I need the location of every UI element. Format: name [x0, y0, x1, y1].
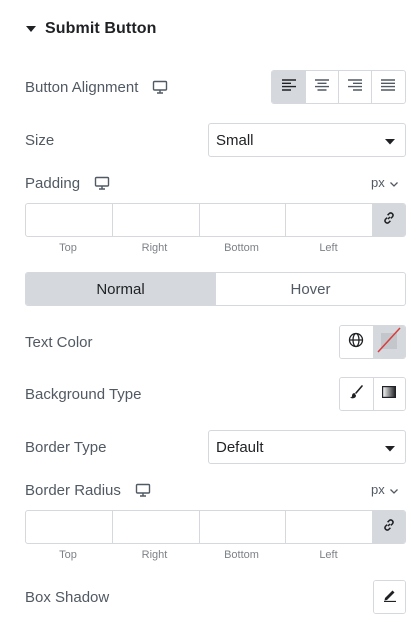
text-color-label-row: Text Color	[25, 332, 93, 352]
globe-icon	[348, 332, 364, 353]
background-type-control	[339, 377, 406, 411]
border-radius-top-input[interactable]	[26, 511, 112, 543]
padding-top-input[interactable]	[26, 204, 112, 236]
align-justify-icon	[381, 78, 395, 96]
background-type-label: Background Type	[25, 385, 142, 403]
box-shadow-edit-seg[interactable]	[374, 581, 405, 613]
chevron-down-icon	[389, 175, 398, 190]
border-type-select[interactable]: Default	[208, 430, 406, 464]
box-shadow-edit-button[interactable]	[373, 580, 406, 614]
state-tabs: Normal Hover	[25, 272, 406, 306]
border-radius-top-label: Top	[59, 549, 77, 561]
padding-unit-select[interactable]: px	[371, 175, 398, 190]
button-alignment-control	[271, 70, 406, 104]
border-radius-right-label: Right	[141, 549, 168, 561]
button-alignment-label: Button Alignment	[25, 78, 139, 96]
border-radius-unit-select[interactable]: px	[371, 482, 398, 497]
padding-right-input[interactable]	[111, 204, 199, 236]
caret-down-icon	[25, 23, 37, 35]
background-type-label-row: Background Type	[25, 384, 141, 404]
section-header[interactable]: Submit Button	[25, 18, 157, 40]
align-center-button[interactable]	[305, 71, 338, 103]
background-gradient-button[interactable]	[372, 378, 405, 410]
align-right-button[interactable]	[338, 71, 371, 103]
border-radius-left-input[interactable]	[285, 511, 372, 543]
empty-swatch-icon	[377, 326, 401, 358]
gradient-icon	[382, 385, 397, 403]
brush-icon	[349, 384, 364, 404]
box-shadow-label: Box Shadow	[25, 588, 110, 606]
border-radius-right-input[interactable]	[111, 511, 199, 543]
text-color-swatch[interactable]	[372, 326, 405, 358]
align-left-button[interactable]	[272, 71, 305, 103]
border-type-select-value: Default	[216, 438, 264, 456]
padding-top-label: Top	[59, 242, 77, 254]
size-select-value: Small	[216, 131, 254, 149]
tab-normal[interactable]: Normal	[26, 273, 215, 305]
padding-link-button[interactable]	[372, 204, 405, 236]
box-shadow-label-row: Box Shadow	[25, 587, 109, 607]
size-select[interactable]: Small	[208, 123, 406, 157]
border-radius-left-label: Left	[319, 549, 338, 561]
pencil-icon	[383, 588, 397, 607]
link-icon	[382, 211, 396, 230]
chevron-down-icon	[385, 439, 395, 456]
border-radius-dimensions	[25, 510, 406, 544]
desktop-icon[interactable]	[94, 176, 110, 190]
global-colors-button[interactable]	[340, 326, 373, 358]
background-classic-button[interactable]	[340, 378, 373, 410]
border-type-label: Border Type	[25, 438, 107, 456]
chevron-down-icon	[385, 132, 395, 149]
align-center-icon	[315, 78, 329, 96]
border-radius-unit-value: px	[371, 482, 385, 497]
padding-bottom-label: Bottom	[224, 242, 259, 254]
align-right-icon	[348, 78, 362, 96]
border-radius-link-button[interactable]	[372, 511, 405, 543]
size-label: Size	[25, 131, 55, 149]
padding-label: Padding	[25, 174, 81, 192]
section-title: Submit Button	[45, 20, 157, 37]
desktop-icon[interactable]	[152, 80, 168, 94]
padding-right-label: Right	[141, 242, 168, 254]
border-radius-bottom-input[interactable]	[198, 511, 286, 543]
button-alignment-label-row: Button Alignment	[25, 77, 168, 97]
chevron-down-icon	[389, 482, 398, 497]
padding-dimensions	[25, 203, 406, 237]
padding-label-row: Padding	[25, 173, 110, 193]
border-radius-label-row: Border Radius	[25, 480, 151, 500]
text-color-control	[339, 325, 406, 359]
padding-left-label: Left	[319, 242, 338, 254]
border-radius-side-labels: Top Right Bottom Left	[25, 549, 372, 561]
link-icon	[382, 518, 396, 537]
border-radius-label: Border Radius	[25, 481, 121, 499]
padding-bottom-input[interactable]	[198, 204, 286, 236]
size-label-row: Size	[25, 130, 54, 150]
padding-unit-value: px	[371, 175, 385, 190]
padding-side-labels: Top Right Bottom Left	[25, 242, 372, 254]
border-type-label-row: Border Type	[25, 437, 106, 457]
align-left-icon	[281, 78, 296, 96]
border-radius-bottom-label: Bottom	[224, 549, 259, 561]
align-justify-button[interactable]	[371, 71, 404, 103]
text-color-label: Text Color	[25, 333, 93, 351]
tab-hover[interactable]: Hover	[215, 273, 405, 305]
padding-left-input[interactable]	[285, 204, 372, 236]
desktop-icon[interactable]	[135, 483, 151, 497]
